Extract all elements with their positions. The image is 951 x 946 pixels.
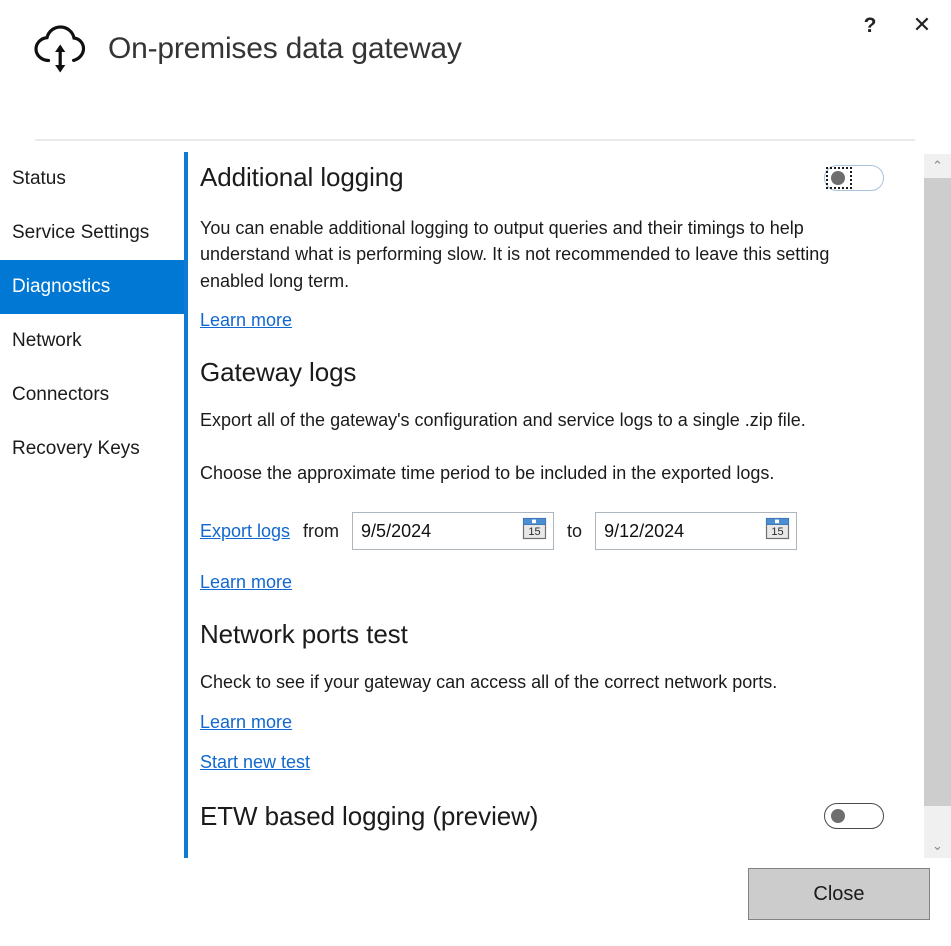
sidebar-divider	[184, 152, 188, 858]
sidebar-item-status[interactable]: Status	[0, 152, 185, 206]
to-date-value: 9/12/2024	[604, 520, 685, 541]
additional-logging-learn-more-link[interactable]: Learn more	[200, 310, 292, 331]
sidebar-item-service-settings[interactable]: Service Settings	[0, 206, 185, 260]
titlebar-controls: ? ✕	[853, 8, 939, 42]
additional-logging-toggle[interactable]	[824, 164, 884, 191]
gateway-logs-heading: Gateway logs	[200, 356, 357, 387]
to-label: to	[567, 520, 583, 541]
etw-logging-heading: ETW based logging (preview)	[200, 800, 539, 831]
app-header: On-premises data gateway	[32, 22, 462, 76]
scrollbar-track[interactable]	[924, 178, 951, 834]
sidebar-item-diagnostics[interactable]: Diagnostics	[0, 260, 185, 314]
gateway-window: ? ✕ On-premises data gateway Status Serv…	[0, 0, 951, 946]
svg-text:15: 15	[771, 526, 783, 538]
network-ports-learn-more-link[interactable]: Learn more	[200, 712, 292, 733]
help-icon[interactable]: ?	[853, 8, 887, 42]
toggle-knob	[831, 170, 845, 185]
toggle-knob	[831, 809, 845, 824]
scrollbar-up-arrow-icon[interactable]: ⌃	[924, 154, 951, 178]
network-ports-test-description: Check to see if your gateway can access …	[200, 672, 778, 693]
gateway-logs-description: Export all of the gateway's configuratio…	[200, 409, 806, 430]
scrollbar-thumb[interactable]	[924, 178, 951, 806]
export-logs-row: Export logs from 9/5/2024 15 to 9/12/202…	[200, 512, 920, 551]
network-ports-test-heading: Network ports test	[200, 619, 408, 650]
start-new-test-link[interactable]: Start new test	[200, 752, 310, 773]
dialog-footer: Close	[0, 858, 951, 946]
from-date-input[interactable]: 9/5/2024 15	[352, 512, 555, 551]
calendar-icon[interactable]: 15	[522, 516, 553, 546]
content-scrollbar[interactable]: ⌃ ⌄	[924, 154, 951, 858]
sidebar: Status Service Settings Diagnostics Netw…	[0, 152, 185, 858]
sidebar-item-connectors[interactable]: Connectors	[0, 368, 185, 422]
diagnostics-panel: Additional logging You can enable additi…	[200, 152, 920, 858]
close-button[interactable]: Close	[748, 868, 930, 920]
from-date-value: 9/5/2024	[361, 520, 432, 541]
sidebar-item-network[interactable]: Network	[0, 314, 185, 368]
additional-logging-description: You can enable additional logging to out…	[200, 218, 830, 291]
additional-logging-header: Additional logging	[200, 162, 920, 193]
page-title: On-premises data gateway	[108, 32, 462, 65]
sidebar-item-recovery-keys[interactable]: Recovery Keys	[0, 422, 185, 476]
cloud-upload-download-icon	[32, 22, 88, 76]
scrollbar-down-arrow-icon[interactable]: ⌄	[924, 834, 951, 858]
svg-text:15: 15	[528, 526, 540, 538]
gateway-logs-learn-more-link[interactable]: Learn more	[200, 572, 292, 593]
etw-logging-toggle[interactable]	[824, 803, 884, 830]
gateway-logs-instruction: Choose the approximate time period to be…	[200, 463, 775, 484]
calendar-icon[interactable]: 15	[765, 516, 796, 546]
close-icon[interactable]: ✕	[905, 8, 939, 42]
etw-logging-header: ETW based logging (preview)	[200, 801, 920, 832]
additional-logging-heading: Additional logging	[200, 162, 404, 192]
export-logs-link[interactable]: Export logs	[200, 521, 290, 542]
header-divider	[35, 139, 915, 141]
from-label: from	[303, 520, 340, 541]
to-date-input[interactable]: 9/12/2024 15	[595, 512, 798, 551]
